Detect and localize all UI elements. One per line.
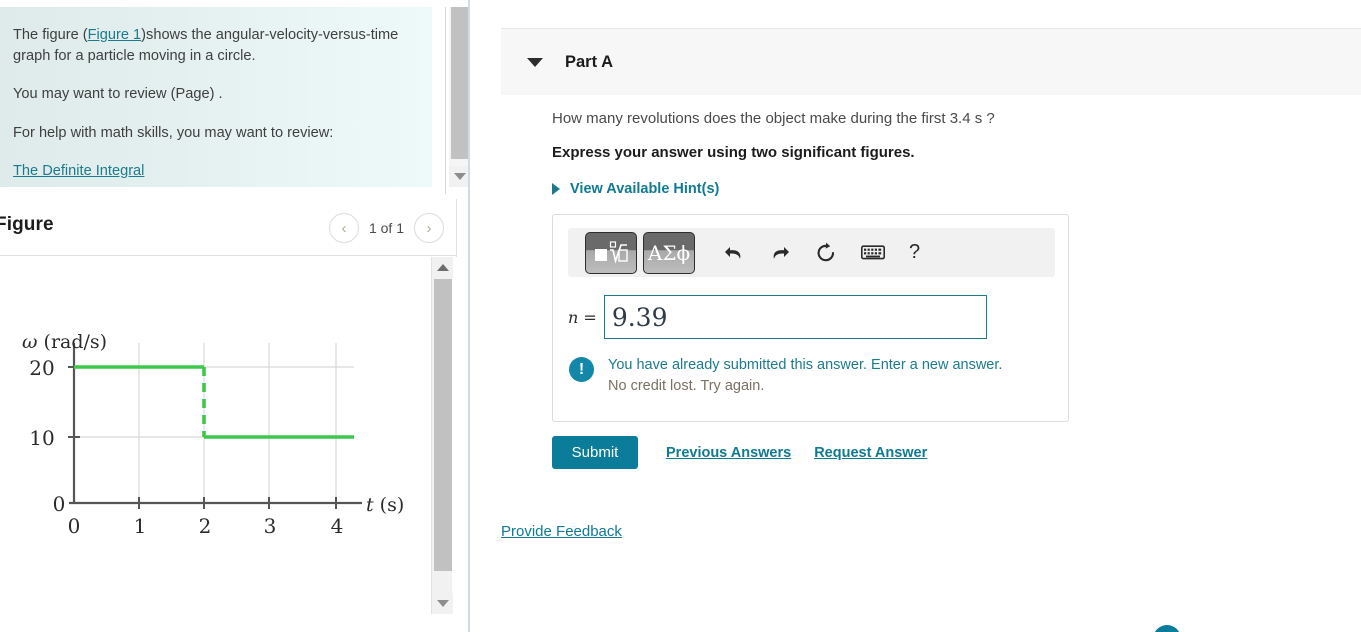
angular-velocity-chart: ω (rad/s) t (s) 20 10 0 0 1 2 3 4 [14,315,414,540]
figure-next-button[interactable]: › [414,213,444,243]
intro-scroll-down-button[interactable] [449,166,470,187]
template-root-button[interactable] [585,231,637,274]
redo-button[interactable] [769,243,791,263]
floating-help-button[interactable] [1153,625,1181,632]
figure-prev-button[interactable]: ‹ [328,213,359,243]
figure-body: ω (rad/s) t (s) 20 10 0 0 1 2 3 4 [0,257,432,614]
reset-button[interactable] [815,242,837,264]
figure-scrollbar[interactable] [431,257,453,614]
math-toolbar: ΑΣϕ ? [568,228,1055,277]
template-root-icon [595,240,628,264]
answer-entry-box: ΑΣϕ ? n = 9.39 ! You have already submit… [552,214,1069,422]
caret-down-icon[interactable] [527,57,543,67]
y-tick-label-10: 10 [29,426,54,450]
feedback-line-1: You have already submitted this answer. … [608,357,1003,373]
feedback-line-2: No credit lost. Try again. [608,377,765,394]
feedback-message: ! You have already submitted this answer… [569,355,1002,396]
help-button[interactable]: ? [909,241,920,264]
x-tick-label-3: 3 [264,514,277,535]
undo-icon [725,246,741,259]
request-answer-link[interactable]: Request Answer [814,445,927,461]
intro-scrollbar-thumb[interactable] [451,7,469,159]
figure-pager: ‹ 1 of 1 › [328,213,444,243]
intro-panel-divider [445,7,446,194]
figure-title: Figure [0,214,54,235]
definite-integral-link[interactable]: The Definite Integral [13,163,144,179]
y-axis-label: ω (rad/s) [22,331,107,353]
chart-svg: ω (rad/s) t (s) 20 10 0 0 1 2 3 4 [22,331,404,538]
view-hints-label: View Available Hint(s) [570,181,720,197]
undo-button[interactable] [723,243,745,263]
intro-scrollbar[interactable] [445,7,470,194]
app-root: The figure (Figure 1)shows the angular-v… [0,0,1361,632]
previous-answers-link[interactable]: Previous Answers [666,445,791,461]
keyboard-icon [861,245,885,260]
figure-header: Figure ‹ 1 of 1 › [0,199,457,256]
chevron-up-icon [436,264,449,271]
chevron-left-icon: ‹ [341,219,347,237]
submit-button[interactable]: Submit [552,436,638,469]
x-axis-label: t (s) [366,494,404,516]
instruction-text: Express your answer using two significan… [552,144,915,161]
variable-n: n [568,307,579,327]
reset-icon [817,242,835,261]
answer-variable-label: n = [568,308,597,327]
figure-header-right-edge [456,199,457,257]
exclamation-glyph: ! [578,360,585,378]
x-tick-label-0: 0 [68,514,81,535]
chevron-down-icon [453,173,466,180]
feedback-text: You have already submitted this answer. … [608,355,1002,396]
keyboard-button[interactable] [861,245,885,260]
problem-intro-panel: The figure (Figure 1)shows the angular-v… [0,7,432,187]
x-tick-label-1: 1 [134,514,147,535]
greek-symbols-button[interactable]: ΑΣϕ [643,231,695,274]
caret-right-icon [552,183,560,195]
figure-scroll-down-button[interactable] [432,593,453,614]
answer-input[interactable]: 9.39 [603,295,987,339]
intro-text-before-link: The figure ( [13,27,88,43]
figure-scrollbar-thumb[interactable] [434,279,452,571]
left-panel: The figure (Figure 1)shows the angular-v… [0,0,470,632]
help-icon: ? [909,241,921,263]
info-exclamation-icon: ! [569,357,594,382]
answer-row: n = 9.39 [568,295,987,339]
answer-input-value: 9.39 [611,302,668,332]
provide-feedback-link[interactable]: Provide Feedback [501,523,622,540]
question-text: How many revolutions does the object mak… [552,110,995,127]
part-a-label: Part A [565,52,613,71]
redo-icon [773,246,789,259]
figure-page-count: 1 of 1 [368,220,404,236]
x-tick-label-4: 4 [331,514,344,535]
figure-1-link[interactable]: Figure 1 [88,27,142,43]
right-panel: Part A How many revolutions does the obj… [470,0,1361,632]
chevron-down-icon [436,600,449,607]
intro-paragraph-1: The figure (Figure 1)shows the angular-v… [13,25,414,66]
part-a-header[interactable]: Part A [501,28,1361,95]
y-tick-label-0: 0 [53,492,66,516]
figure-scroll-up-button[interactable] [432,257,453,278]
chevron-right-icon: › [426,219,432,237]
y-tick-label-20: 20 [29,356,54,380]
greek-symbols-icon: ΑΣϕ [647,240,691,265]
intro-paragraph-3: For help with math skills, you may want … [13,125,334,142]
view-hints-toggle[interactable]: View Available Hint(s) [552,181,719,197]
action-row: Submit Previous Answers Request Answer [552,436,927,469]
intro-paragraph-2: You may want to review (Page) . [13,86,223,103]
equals-sign: = [583,307,597,327]
x-tick-label-2: 2 [199,514,212,535]
